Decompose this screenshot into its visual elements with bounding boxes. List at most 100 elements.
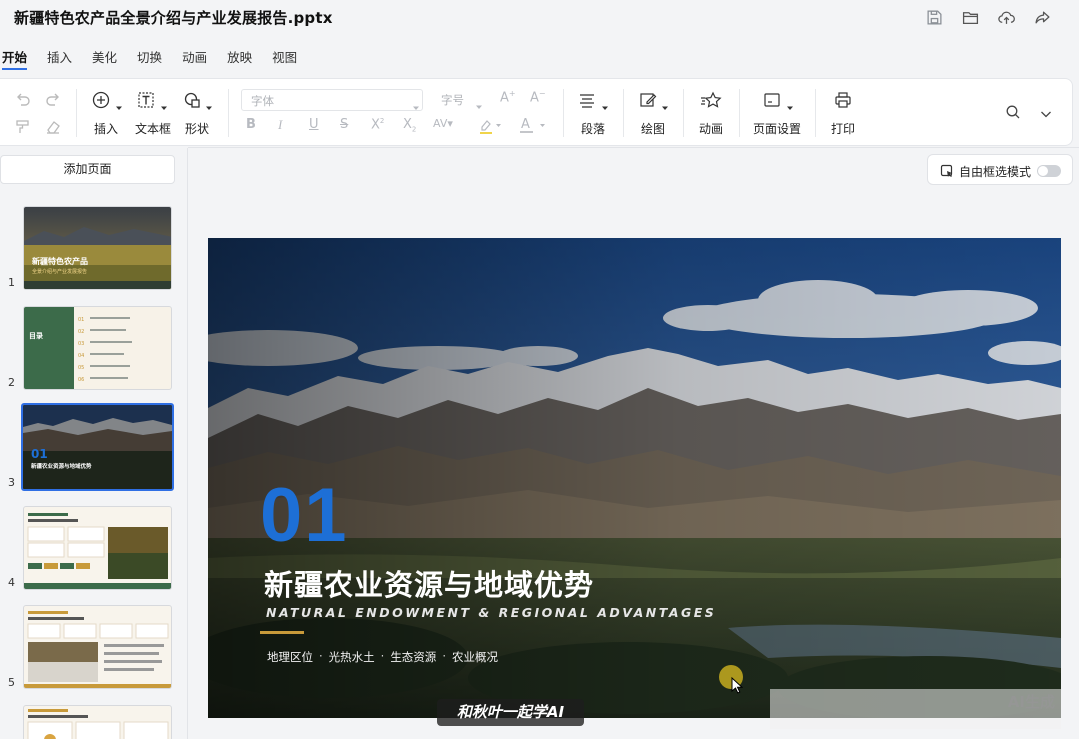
free-select-label: 自由框选模式 bbox=[959, 165, 1032, 179]
tag-item: 光热水土 bbox=[328, 650, 375, 664]
textbox-button[interactable]: 文本框 bbox=[135, 120, 171, 137]
svg-text:02: 02 bbox=[78, 329, 84, 335]
slide-thumbnail-3[interactable]: 01 新疆农业资源与地域优势 bbox=[21, 403, 174, 491]
tag-separator: · bbox=[380, 649, 385, 663]
ribbon-toolbar: 插入 文本框 形状 字体 字号 A+ A− B I U S X2 X2 AV▾ … bbox=[0, 78, 1073, 146]
free-select-mode-toggle[interactable]: 自由框选模式 bbox=[927, 154, 1073, 185]
tab-insert[interactable]: 插入 bbox=[47, 46, 72, 70]
mouse-cursor-icon bbox=[731, 677, 743, 694]
tag-item: 生态资源 bbox=[390, 650, 437, 664]
free-select-switch[interactable] bbox=[1037, 165, 1061, 177]
search-icon[interactable] bbox=[1005, 104, 1021, 120]
textbox-dropdown-icon[interactable] bbox=[160, 97, 168, 110]
eraser-icon[interactable] bbox=[44, 118, 62, 136]
divider bbox=[187, 148, 188, 739]
svg-text:03: 03 bbox=[78, 341, 84, 347]
redo-icon[interactable] bbox=[44, 91, 62, 109]
thumb-title: 新疆特色农产品 bbox=[32, 257, 88, 266]
slide-thumbnail-2[interactable]: 目录 01 02 03 04 05 06 bbox=[23, 306, 172, 390]
insert-plus-icon[interactable] bbox=[92, 91, 110, 109]
insert-dropdown-icon[interactable] bbox=[115, 97, 123, 110]
italic-icon[interactable]: I bbox=[278, 117, 282, 133]
insert-button[interactable]: 插入 bbox=[94, 120, 118, 137]
thumb-subtitle: 全景介绍与产业发展报告 bbox=[32, 269, 88, 275]
cloud-upload-icon[interactable] bbox=[995, 6, 1017, 28]
undo-icon[interactable] bbox=[14, 91, 32, 109]
chevron-down-icon bbox=[412, 97, 420, 110]
paragraph-dropdown-icon[interactable] bbox=[601, 97, 609, 110]
shape-icon[interactable] bbox=[184, 91, 202, 109]
char-spacing-icon[interactable]: AV▾ bbox=[433, 117, 453, 130]
slide-number: 5 bbox=[8, 676, 15, 689]
printer-icon[interactable] bbox=[834, 91, 852, 109]
ribbon-tabs: 开始 插入 美化 切换 动画 放映 视图 bbox=[0, 46, 317, 72]
collapse-ribbon-chevron-icon[interactable] bbox=[1039, 106, 1053, 120]
font-family-select[interactable]: 字体 bbox=[241, 89, 423, 111]
free-select-icon bbox=[940, 164, 953, 177]
bold-icon[interactable]: B bbox=[246, 117, 256, 132]
tab-home[interactable]: 开始 bbox=[2, 46, 28, 70]
tag-separator: · bbox=[442, 649, 446, 663]
thumb-number: 01 bbox=[31, 447, 48, 461]
superscript-icon[interactable]: X2 bbox=[371, 117, 384, 132]
tag-item: 地理区位 bbox=[267, 650, 313, 664]
textbox-icon[interactable] bbox=[137, 91, 155, 109]
share-icon[interactable] bbox=[1031, 6, 1053, 28]
svg-text:04: 04 bbox=[78, 353, 84, 359]
tab-slideshow[interactable]: 放映 bbox=[227, 46, 252, 70]
slide-thumbnail-6[interactable] bbox=[23, 705, 172, 739]
paragraph-button[interactable]: 段落 bbox=[581, 120, 605, 137]
tab-view[interactable]: 视图 bbox=[272, 46, 297, 70]
draw-dropdown-icon[interactable] bbox=[661, 97, 669, 110]
slide-subtitle[interactable]: NATURAL ENDOWMENT & REGIONAL ADVANTAGES bbox=[266, 605, 716, 620]
format-painter-icon[interactable] bbox=[14, 118, 32, 136]
highlight-icon[interactable] bbox=[478, 117, 502, 139]
slide-number: 4 bbox=[8, 576, 15, 589]
subscript-icon[interactable]: X2 bbox=[403, 117, 416, 134]
slide-thumbnail-1[interactable]: 新疆特色农产品 全景介绍与产业发展报告 bbox=[23, 206, 172, 290]
font-size-placeholder: 字号 bbox=[441, 93, 464, 107]
font-color-icon[interactable]: A bbox=[519, 115, 551, 139]
animation-star-icon[interactable] bbox=[700, 91, 722, 109]
draw-button[interactable]: 绘图 bbox=[641, 120, 665, 137]
strikethrough-icon[interactable]: S bbox=[340, 117, 348, 132]
ai-badge-text: AI生成 bbox=[1007, 693, 1055, 711]
tab-transitions[interactable]: 切换 bbox=[137, 46, 162, 70]
slide-thumbnail-5[interactable] bbox=[23, 605, 172, 689]
font-size-select[interactable]: 字号 bbox=[433, 89, 488, 111]
divider bbox=[188, 147, 1079, 148]
shape-button[interactable]: 形状 bbox=[185, 120, 209, 137]
slide-thumbnail-4[interactable] bbox=[23, 506, 172, 590]
tab-animations[interactable]: 动画 bbox=[182, 46, 207, 70]
save-icon[interactable] bbox=[923, 6, 945, 28]
draw-pen-icon[interactable] bbox=[639, 91, 657, 109]
title-bar-actions bbox=[923, 6, 1053, 28]
slide-tags[interactable]: 地理区位 · 光热水土 · 生态资源 · 农业概况 bbox=[267, 649, 498, 665]
add-page-button[interactable]: 添加页面 bbox=[0, 155, 175, 184]
slide-title[interactable]: 新疆农业资源与地域优势 bbox=[264, 562, 594, 604]
slide-canvas[interactable]: 01 新疆农业资源与地域优势 NATURAL ENDOWMENT & REGIO… bbox=[208, 238, 1061, 718]
slide-number: 1 bbox=[8, 276, 15, 289]
decrease-font-icon[interactable]: A− bbox=[530, 89, 546, 105]
print-button[interactable]: 打印 bbox=[831, 120, 855, 137]
tag-separator: · bbox=[319, 649, 323, 663]
thumb-title: 新疆农业资源与地域优势 bbox=[31, 464, 92, 469]
page-settings-dropdown-icon[interactable] bbox=[786, 97, 794, 110]
shape-dropdown-icon[interactable] bbox=[205, 97, 213, 110]
tab-design[interactable]: 美化 bbox=[92, 46, 117, 70]
svg-text:06: 06 bbox=[78, 377, 84, 383]
thumb-title: 目录 bbox=[29, 332, 43, 340]
increase-font-icon[interactable]: A+ bbox=[500, 89, 516, 105]
tag-item: 农业概况 bbox=[451, 650, 498, 664]
page-settings-button[interactable]: 页面设置 bbox=[753, 120, 801, 137]
folder-open-icon[interactable] bbox=[959, 6, 981, 28]
font-family-placeholder: 字体 bbox=[251, 94, 274, 108]
section-number[interactable]: 01 bbox=[260, 472, 349, 559]
slide-number: 2 bbox=[8, 376, 15, 389]
paragraph-align-icon[interactable] bbox=[578, 91, 596, 109]
underline-icon[interactable]: U bbox=[309, 117, 319, 132]
animation-button[interactable]: 动画 bbox=[699, 120, 723, 137]
page-settings-icon[interactable] bbox=[763, 91, 781, 109]
watermark-label: 和秋叶一起学AI bbox=[437, 699, 584, 726]
chevron-down-icon bbox=[475, 96, 483, 109]
